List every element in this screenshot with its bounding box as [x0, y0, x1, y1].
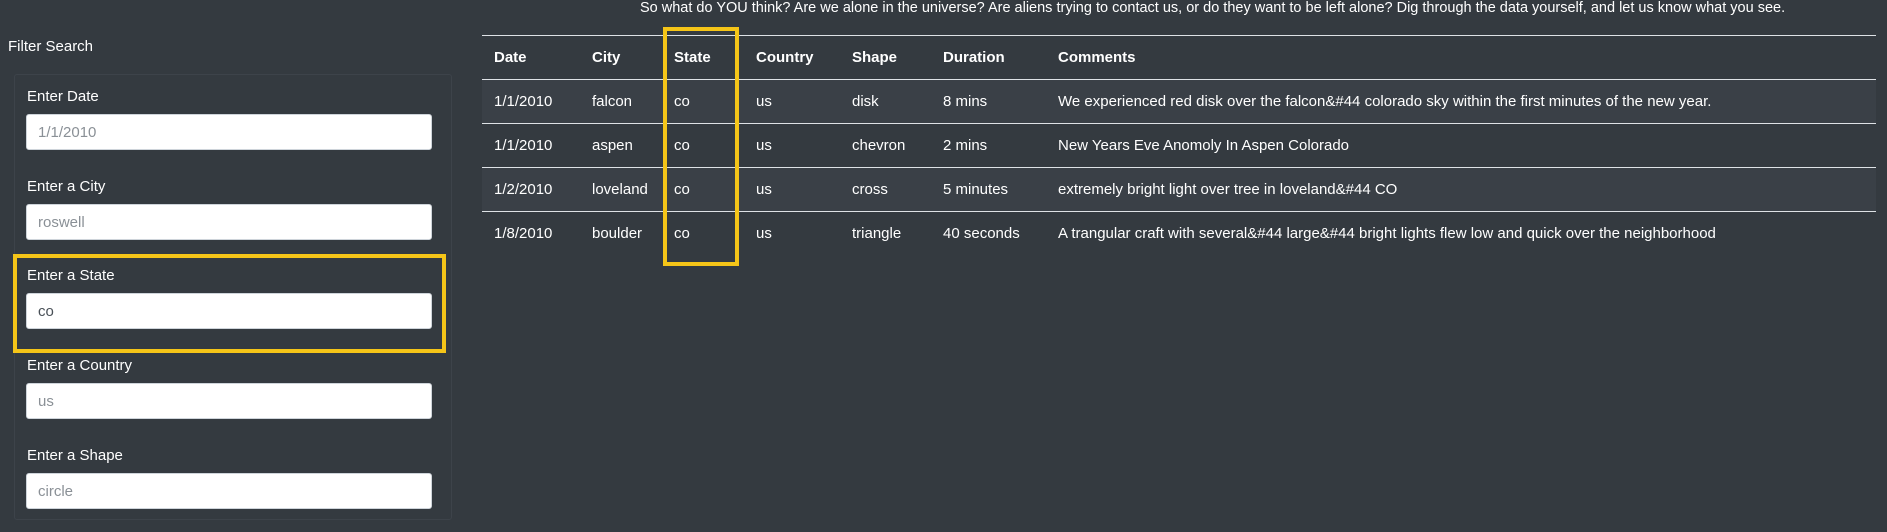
header-state: State: [662, 35, 744, 80]
cell-state: co: [674, 225, 690, 243]
date-filter-label: Enter Date: [27, 88, 99, 105]
cell-comments: We experienced red disk over the falcon&…: [1046, 79, 1876, 124]
cell-shape: chevron: [840, 123, 931, 168]
city-filter-group: Enter a City: [13, 178, 446, 266]
cell-date: 1/1/2010: [482, 79, 580, 124]
cell-state: co: [662, 123, 744, 168]
cell-country: us: [744, 79, 840, 124]
cell-city: aspen: [580, 123, 662, 168]
cell-comments: A trangular craft with several&#44 large…: [1058, 225, 1716, 243]
country-filter-input[interactable]: [26, 383, 432, 419]
table-row: 1/2/2010 loveland co us cross 5 minutes …: [482, 167, 1876, 212]
state-filter-group: Enter a State: [13, 254, 446, 353]
table-header-row: Date City State Country Shape Duration C…: [482, 35, 1876, 80]
table-row: 1/1/2010 falcon co us disk 8 mins We exp…: [482, 79, 1876, 124]
country-filter-group: Enter a Country: [13, 357, 446, 445]
state-filter-label: Enter a State: [27, 267, 115, 284]
cell-comments: extremely bright light over tree in love…: [1046, 167, 1876, 212]
shape-filter-input[interactable]: [26, 473, 432, 509]
cell-shape: cross: [840, 167, 931, 212]
table-row: 1/1/2010 aspen co us chevron 2 mins New …: [482, 123, 1876, 168]
cell-country: us: [756, 225, 772, 243]
cell-date: 1/1/2010: [482, 123, 580, 168]
cell-city: loveland: [580, 167, 662, 212]
cell-duration: 40 seconds: [943, 225, 1020, 243]
header-shape: Shape: [840, 35, 931, 80]
date-filter-group: Enter Date: [13, 88, 446, 176]
cell-state: co: [662, 167, 744, 212]
cell-duration: 2 mins: [931, 123, 1046, 168]
date-filter-input[interactable]: [26, 114, 432, 150]
country-filter-label: Enter a Country: [27, 357, 133, 374]
city-filter-label: Enter a City: [27, 178, 106, 195]
ufo-table-wrapper: Date City State Country Shape Duration C…: [482, 35, 1876, 256]
header-comments: Comments: [1046, 35, 1876, 80]
cell-duration: 8 mins: [931, 79, 1046, 124]
intro-text: So what do YOU think? Are we alone in th…: [640, 0, 1786, 16]
cell-duration: 5 minutes: [931, 167, 1046, 212]
header-city: City: [580, 35, 662, 80]
header-country: Country: [744, 35, 840, 80]
cell-state: co: [662, 79, 744, 124]
header-date: Date: [482, 35, 580, 80]
cell-country: us: [744, 123, 840, 168]
table-row: 1/8/2010 boulder co us triangle 40 secon…: [482, 212, 1876, 256]
shape-filter-group: Enter a Shape: [13, 447, 446, 532]
cell-shape: disk: [840, 79, 931, 124]
cell-comments: New Years Eve Anomoly In Aspen Colorado: [1046, 123, 1876, 168]
cell-city: boulder: [592, 225, 643, 243]
header-duration: Duration: [931, 35, 1046, 80]
cell-date: 1/8/2010: [494, 225, 553, 243]
cell-country: us: [744, 167, 840, 212]
city-filter-input[interactable]: [26, 204, 432, 240]
cell-date: 1/2/2010: [482, 167, 580, 212]
ufo-sightings-table: Date City State Country Shape Duration C…: [482, 35, 1876, 256]
cell-shape: triangle: [852, 225, 902, 243]
state-filter-input[interactable]: [26, 293, 432, 329]
filter-search-title: Filter Search: [8, 38, 94, 55]
cell-city: falcon: [580, 79, 662, 124]
shape-filter-label: Enter a Shape: [27, 447, 123, 464]
page: So what do YOU think? Are we alone in th…: [0, 0, 1887, 532]
